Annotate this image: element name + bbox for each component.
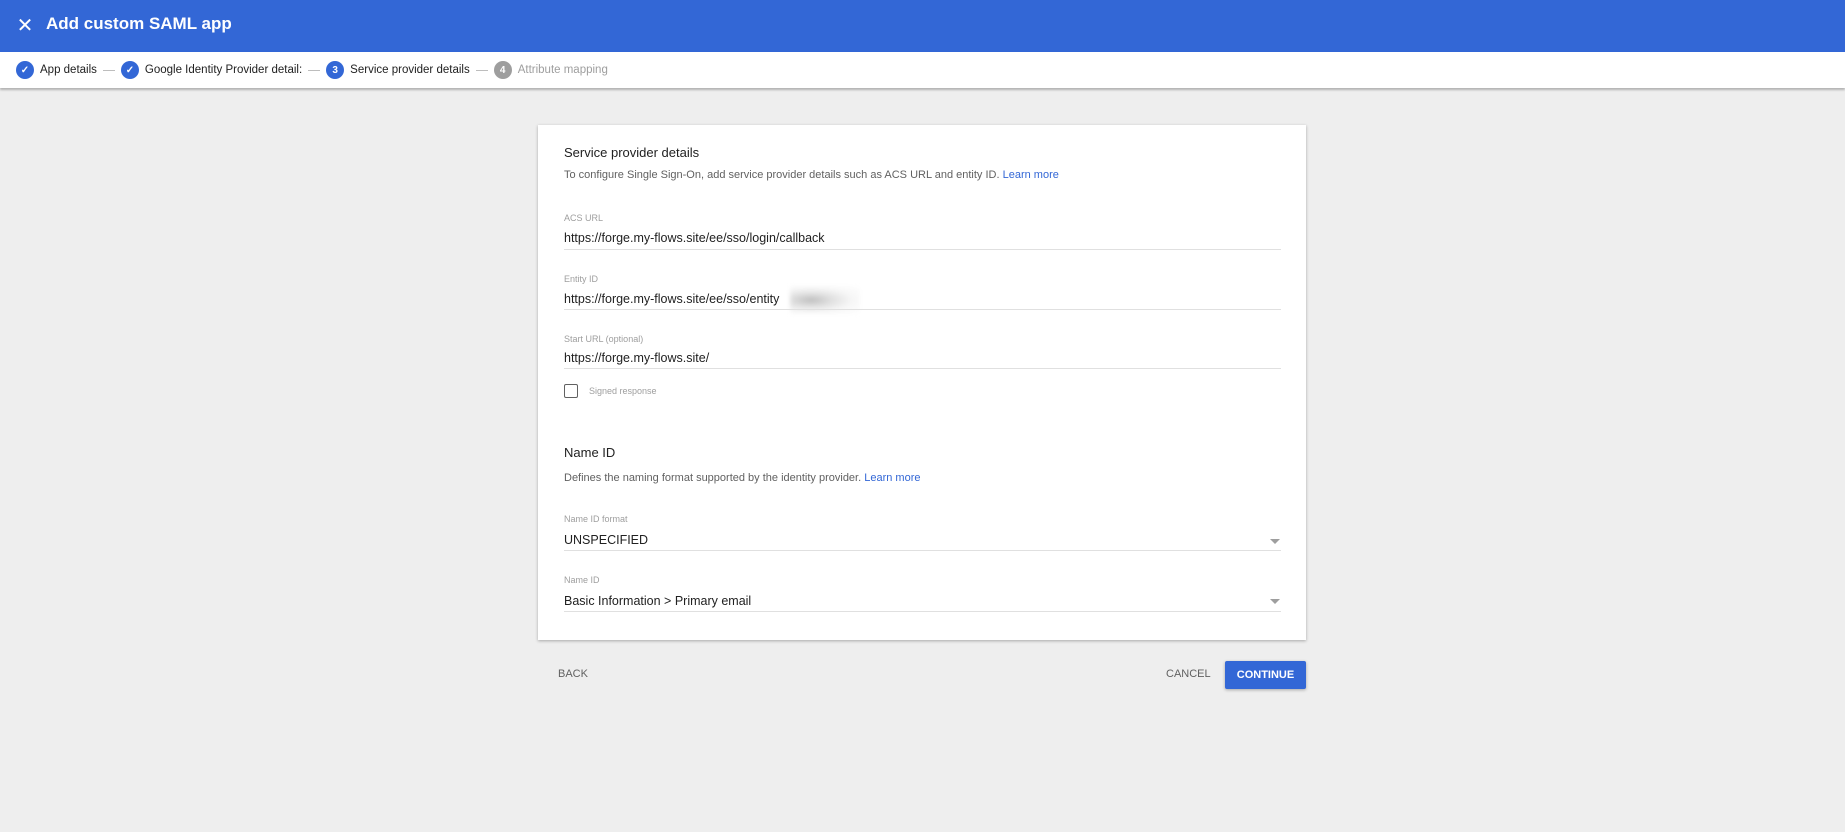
step-number: 4	[493, 61, 512, 79]
name-id-select[interactable]: Basic Information > Primary email	[564, 594, 751, 608]
continue-button[interactable]: CONTINUE	[1225, 661, 1306, 689]
step-app-details: ✓ App details	[16, 61, 97, 79]
step-label: Attribute mapping	[517, 64, 608, 76]
step-label: Google Identity Provider detail:	[144, 64, 303, 76]
start-url-label: Start URL (optional)	[564, 334, 644, 344]
start-url-input[interactable]: https://forge.my-flows.site/	[564, 351, 709, 365]
dropdown-arrow-icon[interactable]	[1270, 599, 1280, 604]
name-id-format-label: Name ID format	[564, 514, 628, 524]
step-service-provider-details: 3 Service provider details	[326, 61, 470, 79]
step-separator	[308, 69, 321, 71]
acs-url-underline	[564, 249, 1281, 250]
cancel-button[interactable]: CANCEL	[1166, 668, 1211, 680]
name-id-label: Name ID	[564, 575, 600, 585]
learn-more-link[interactable]: Learn more	[864, 472, 920, 484]
step-separator	[102, 69, 115, 71]
step-idp-details: ✓ Google Identity Provider detail:	[120, 61, 303, 79]
entity-id-input[interactable]: https://forge.my-flows.site/ee/sso/entit…	[564, 292, 779, 306]
dropdown-arrow-icon[interactable]	[1270, 539, 1280, 544]
learn-more-link[interactable]: Learn more	[1003, 169, 1059, 181]
entity-id-underline	[564, 309, 1281, 310]
description-text: Defines the naming format supported by t…	[564, 472, 862, 484]
check-icon: ✓	[120, 61, 139, 79]
step-label: Service provider details	[350, 64, 470, 76]
section-title: Service provider details	[564, 145, 700, 160]
signed-response-label: Signed response	[589, 386, 657, 396]
close-icon[interactable]: ✕	[12, 13, 38, 39]
acs-url-label: ACS URL	[564, 213, 604, 223]
start-url-underline	[564, 368, 1281, 369]
service-provider-card: Service provider details To configure Si…	[538, 125, 1306, 640]
step-label: App details	[40, 64, 97, 76]
entity-id-label: Entity ID	[564, 274, 599, 284]
name-id-underline	[564, 611, 1281, 612]
acs-url-input[interactable]: https://forge.my-flows.site/ee/sso/login…	[564, 231, 825, 245]
step-attribute-mapping: 4 Attribute mapping	[493, 61, 608, 79]
name-id-title: Name ID	[564, 445, 616, 460]
section-description: To configure Single Sign-On, add service…	[564, 169, 1059, 181]
name-id-format-underline	[564, 550, 1281, 551]
signed-response-checkbox[interactable]	[564, 384, 578, 398]
step-number: 3	[326, 61, 345, 79]
name-id-description: Defines the naming format supported by t…	[564, 472, 921, 484]
back-button[interactable]: BACK	[558, 668, 588, 680]
description-text: To configure Single Sign-On, add service…	[564, 169, 1000, 181]
name-id-format-select[interactable]: UNSPECIFIED	[564, 533, 648, 547]
stepper: ✓ App details ✓ Google Identity Provider…	[0, 52, 1845, 88]
page-title: Add custom SAML app	[46, 14, 232, 33]
check-icon: ✓	[16, 61, 34, 79]
app-header: ✕ Add custom SAML app	[0, 0, 1845, 52]
step-separator	[475, 69, 488, 71]
